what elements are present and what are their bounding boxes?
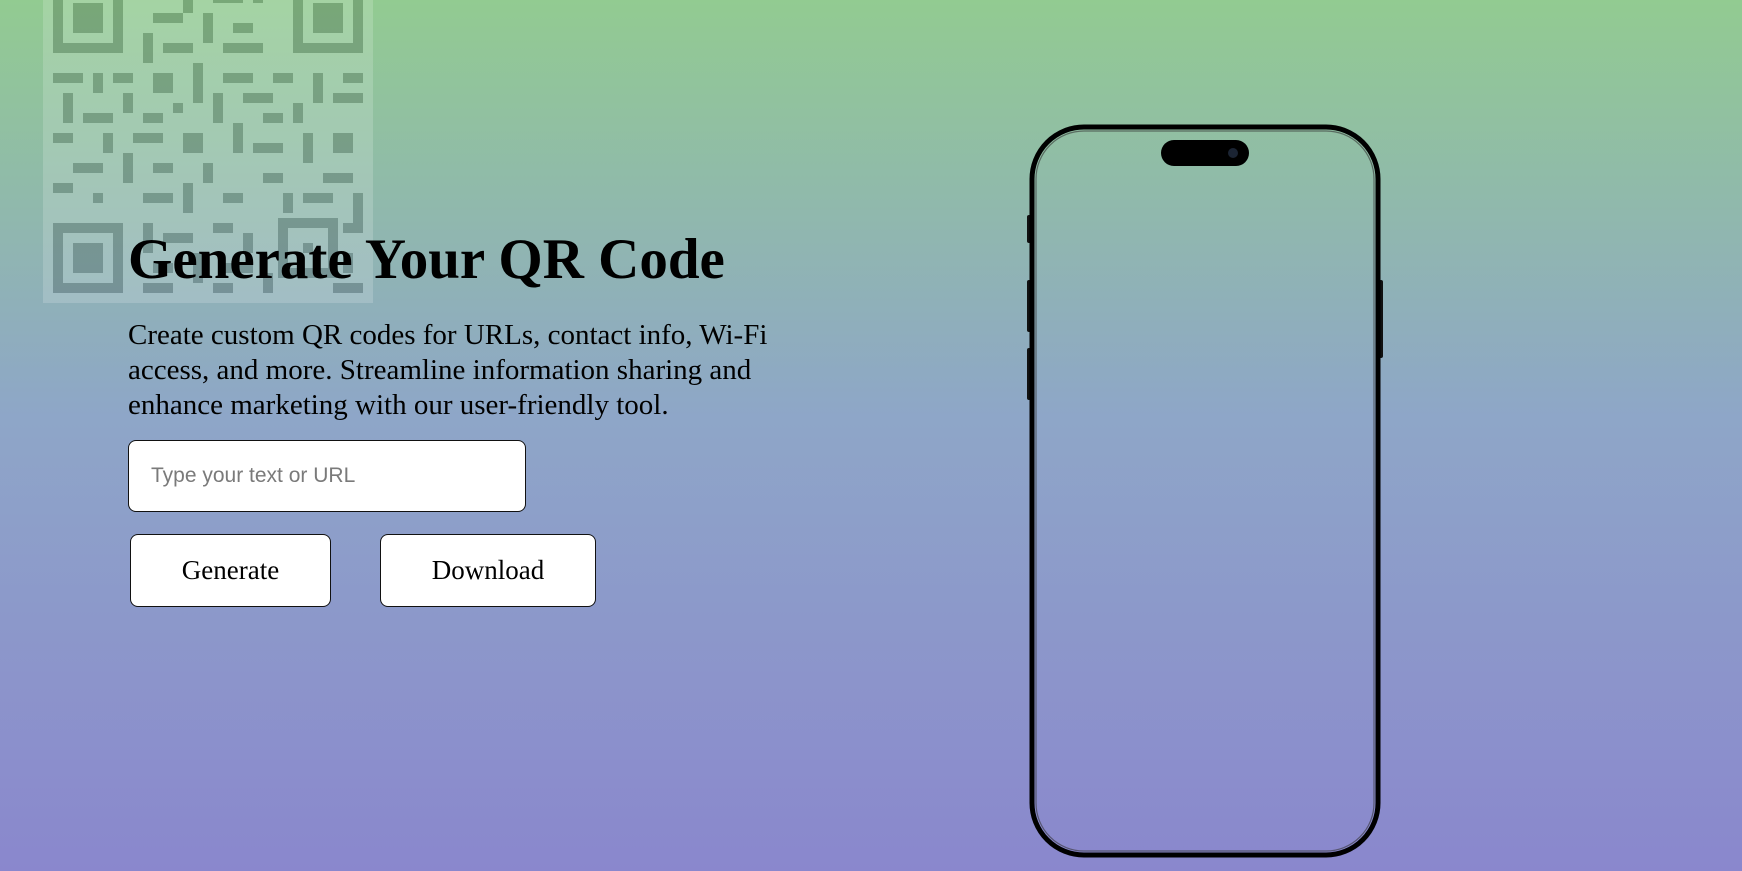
- hero-section: Generate Your QR Code Create custom QR c…: [128, 225, 798, 423]
- hero-description: Create custom QR codes for URLs, contact…: [128, 319, 768, 421]
- download-button[interactable]: Download: [380, 534, 596, 607]
- generate-button[interactable]: Generate: [130, 534, 331, 607]
- qr-text-input[interactable]: [128, 440, 526, 512]
- phone-preview: [1027, 124, 1383, 858]
- page-title: Generate Your QR Code: [128, 228, 725, 291]
